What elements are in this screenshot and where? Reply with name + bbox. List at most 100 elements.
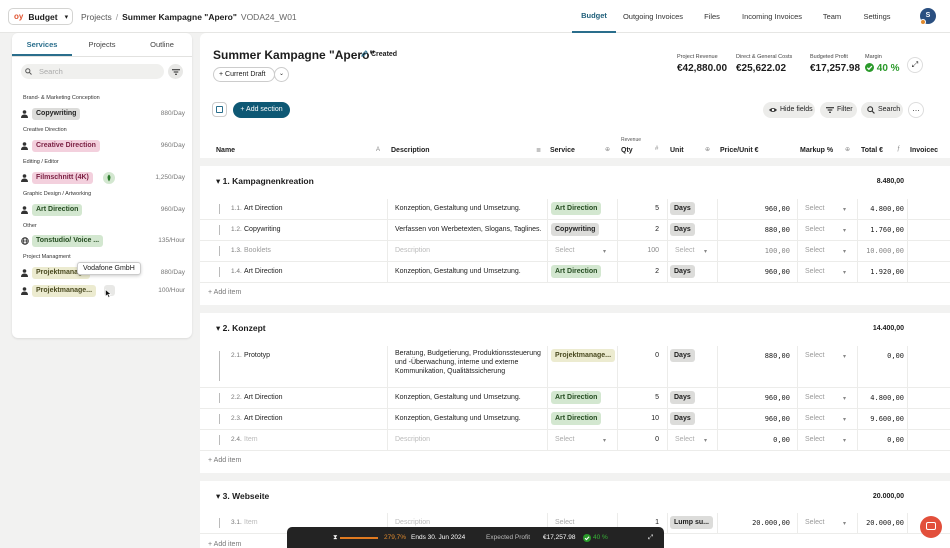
row-description[interactable]: Beratung, Budgetierung, Produktionssteue… bbox=[395, 349, 543, 376]
add-item-button[interactable]: + Add item bbox=[208, 289, 241, 296]
section-title[interactable]: ▾ 2. Konzept bbox=[216, 323, 266, 334]
row-qty[interactable]: 2 bbox=[620, 268, 659, 275]
markup-select[interactable]: Select bbox=[805, 519, 824, 526]
col-unit[interactable]: Unit bbox=[670, 147, 684, 154]
nav-team[interactable]: Team bbox=[816, 0, 848, 33]
col-total[interactable]: Total € bbox=[861, 147, 883, 154]
sidebar-toggle-button[interactable] bbox=[212, 102, 227, 117]
row-name[interactable]: Art Direction bbox=[244, 415, 283, 422]
more-options-icon[interactable]: … bbox=[908, 102, 924, 118]
row-description[interactable]: Konzeption, Gestaltung und Umsetzung. bbox=[395, 415, 521, 422]
service-chip[interactable]: Art Direction bbox=[551, 412, 602, 425]
service-select[interactable]: Select bbox=[555, 519, 574, 526]
row-description-placeholder[interactable]: Description bbox=[395, 519, 430, 526]
collapse-icon[interactable]: ▾ bbox=[216, 491, 220, 501]
nav-outgoing-invoices[interactable]: Outgoing Invoices bbox=[618, 0, 688, 33]
row-price[interactable]: 880,00 bbox=[720, 352, 790, 360]
row-name[interactable]: Prototyp bbox=[244, 352, 270, 359]
markup-select[interactable]: Select bbox=[805, 415, 824, 422]
row-description[interactable]: Konzeption, Gestaltung und Umsetzung. bbox=[395, 205, 521, 212]
row-price[interactable]: 960,00 bbox=[720, 205, 790, 213]
col-description[interactable]: Description bbox=[391, 147, 430, 154]
sidebar-search-input[interactable]: Search bbox=[21, 64, 164, 79]
unit-chip[interactable]: Days bbox=[670, 349, 695, 362]
row-qty[interactable]: 5 bbox=[620, 205, 659, 212]
table-row[interactable]: 1.1. Art Direction Konzeption, Gestaltun… bbox=[200, 199, 950, 220]
row-price[interactable]: 100,00 bbox=[720, 247, 790, 255]
row-description[interactable]: Konzeption, Gestaltung und Umsetzung. bbox=[395, 394, 521, 401]
expand-icon[interactable]: ⤢ bbox=[907, 57, 923, 73]
chevron-down-icon[interactable]: ⌄ bbox=[274, 67, 289, 82]
row-name[interactable]: Art Direction bbox=[244, 205, 283, 212]
table-row[interactable]: 1.3. Booklets Description Select ▾ 100 S… bbox=[200, 241, 950, 262]
service-item[interactable]: Tonstudio/ Voice ... 135/Hour bbox=[21, 234, 185, 248]
drag-handle[interactable] bbox=[219, 225, 220, 235]
drag-handle[interactable] bbox=[219, 435, 220, 445]
service-item[interactable]: Creative Direction 960/Day bbox=[21, 139, 185, 153]
filter-button[interactable]: Filter bbox=[820, 102, 857, 118]
row-description[interactable]: Verfassen von Werbetexten, Slogans, Tagl… bbox=[395, 226, 541, 233]
unit-select[interactable]: Select bbox=[675, 247, 694, 254]
section-title[interactable]: ▾ 3. Webseite bbox=[216, 491, 269, 502]
row-description[interactable]: Konzeption, Gestaltung und Umsetzung. bbox=[395, 268, 521, 275]
row-name[interactable]: Art Direction bbox=[244, 268, 283, 275]
unit-chip[interactable]: Days bbox=[670, 223, 695, 236]
unit-chip[interactable]: Days bbox=[670, 412, 695, 425]
service-chip[interactable]: Art Direction bbox=[551, 265, 602, 278]
service-item[interactable]: Filmschnitt (4K) 1,250/Day bbox=[21, 171, 185, 185]
row-price[interactable]: 880,00 bbox=[720, 226, 790, 234]
unit-chip[interactable]: Days bbox=[670, 202, 695, 215]
nav-settings[interactable]: Settings bbox=[856, 0, 898, 33]
search-button[interactable]: Search bbox=[861, 102, 903, 118]
markup-select[interactable]: Select bbox=[805, 247, 824, 254]
row-price[interactable]: 960,00 bbox=[720, 415, 790, 423]
row-price[interactable]: 0,00 bbox=[720, 436, 790, 444]
table-row[interactable]: 2.2. Art Direction Konzeption, Gestaltun… bbox=[200, 388, 950, 409]
drag-handle[interactable] bbox=[219, 518, 220, 528]
nav-files[interactable]: Files bbox=[696, 0, 728, 33]
tab-projects[interactable]: Projects bbox=[72, 33, 132, 56]
breadcrumb-projects[interactable]: Projects bbox=[81, 12, 112, 22]
row-qty[interactable]: 10 bbox=[620, 415, 659, 422]
sidebar-filter-button[interactable] bbox=[168, 64, 183, 79]
table-row[interactable]: 1.4. Art Direction Konzeption, Gestaltun… bbox=[200, 262, 950, 283]
row-description-placeholder[interactable]: Description bbox=[395, 436, 430, 443]
unit-chip[interactable]: Days bbox=[670, 391, 695, 404]
section-title[interactable]: ▾ 1. Kampagnenkreation bbox=[216, 176, 314, 187]
markup-select[interactable]: Select bbox=[805, 268, 824, 275]
service-chip[interactable]: Art Direction bbox=[551, 391, 602, 404]
row-price[interactable]: 960,00 bbox=[720, 394, 790, 402]
drag-handle[interactable] bbox=[219, 204, 220, 214]
unit-chip[interactable]: Lump su... bbox=[670, 516, 713, 529]
row-price[interactable]: 960,00 bbox=[720, 268, 790, 276]
chat-button[interactable] bbox=[920, 516, 942, 538]
drag-handle[interactable] bbox=[219, 246, 220, 256]
pencil-icon[interactable] bbox=[361, 50, 368, 57]
tab-outline[interactable]: Outline bbox=[132, 33, 192, 56]
row-qty[interactable]: 5 bbox=[620, 394, 659, 401]
markup-select[interactable]: Select bbox=[805, 394, 824, 401]
markup-select[interactable]: Select bbox=[805, 205, 824, 212]
row-qty[interactable]: 0 bbox=[620, 352, 659, 359]
drag-handle[interactable] bbox=[219, 351, 220, 381]
row-qty[interactable]: 0 bbox=[620, 436, 659, 443]
service-item[interactable]: Projektmanage... 100/Hour bbox=[21, 284, 185, 298]
unit-chip[interactable]: Days bbox=[670, 265, 695, 278]
tab-services[interactable]: Services bbox=[12, 33, 72, 56]
row-qty[interactable]: 1 bbox=[620, 519, 659, 526]
markup-select[interactable]: Select bbox=[805, 352, 824, 359]
table-row[interactable]: 1.2. Copywriting Verfassen von Werbetext… bbox=[200, 220, 950, 241]
service-select[interactable]: Select bbox=[555, 436, 574, 443]
row-name-placeholder[interactable]: Item bbox=[244, 436, 258, 443]
service-chip[interactable]: Copywriting bbox=[551, 223, 600, 236]
markup-select[interactable]: Select bbox=[805, 226, 824, 233]
row-name[interactable]: Booklets bbox=[244, 247, 271, 254]
row-qty[interactable]: 2 bbox=[620, 226, 659, 233]
col-invoiced[interactable]: Invoicec bbox=[910, 147, 938, 154]
row-name-placeholder[interactable]: Item bbox=[244, 519, 258, 526]
add-item-button[interactable]: + Add item bbox=[208, 457, 241, 464]
col-name[interactable]: Name bbox=[216, 147, 235, 154]
col-markup[interactable]: Markup % bbox=[800, 147, 833, 154]
drag-handle[interactable] bbox=[219, 267, 220, 277]
hide-fields-button[interactable]: Hide fields bbox=[763, 102, 815, 118]
